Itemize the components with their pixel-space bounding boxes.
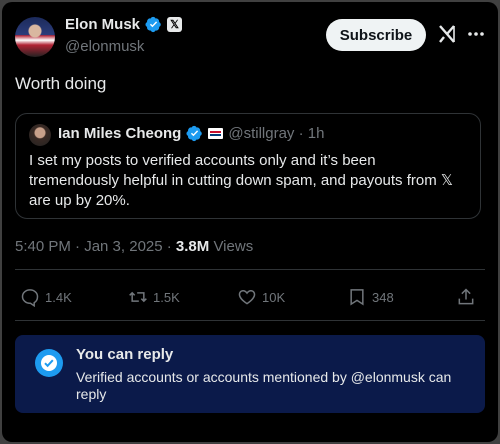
like-button[interactable]: 10K <box>237 287 285 307</box>
quoted-meta: @stillgray · 1h <box>228 125 325 142</box>
divider <box>15 320 485 321</box>
quoted-author-name[interactable]: Ian Miles Cheong <box>58 125 181 142</box>
reply-button[interactable]: 1.4K <box>20 287 72 307</box>
author-handle[interactable]: @elonmusk <box>65 38 144 55</box>
subscribe-button[interactable]: Subscribe <box>326 19 426 51</box>
quoted-tweet-header: Ian Miles Cheong @stillgray · 1h <box>58 125 324 142</box>
author-name[interactable]: Elon Musk <box>65 16 140 33</box>
tweet-timestamp[interactable]: 5:40 PM · Jan 3, 2025 · <box>15 238 176 255</box>
bookmark-count: 348 <box>372 289 394 305</box>
author-avatar[interactable] <box>15 17 55 57</box>
views-count: 3.8M <box>175 238 210 255</box>
affiliate-flag-icon <box>208 128 224 139</box>
more-icon[interactable] <box>466 24 486 44</box>
bookmark-button[interactable]: 348 <box>347 287 394 307</box>
reply-restriction-notice: You can reply Verified accounts or accou… <box>15 335 485 413</box>
repost-button[interactable]: 1.5K <box>128 287 180 307</box>
action-bar: 1.4K 1.5K 10K 348 <box>15 287 485 309</box>
quoted-author-avatar[interactable] <box>29 124 51 146</box>
reply-icon <box>21 289 39 307</box>
like-count: 10K <box>262 289 286 305</box>
verified-badge-icon <box>186 125 203 142</box>
tweet-card: Elon Musk 𝕏 @elonmusk Subscribe Worth do… <box>2 2 498 442</box>
heart-icon <box>238 289 256 305</box>
reply-restriction-description: Verified accounts or accounts mentioned … <box>76 369 452 402</box>
grok-icon[interactable] <box>437 23 457 45</box>
share-icon <box>458 288 474 305</box>
author-name-row: Elon Musk 𝕏 <box>65 16 183 33</box>
verified-check-icon <box>35 349 63 377</box>
repost-icon <box>129 291 147 303</box>
repost-count: 1.5K <box>153 289 180 305</box>
quoted-tweet[interactable]: Ian Miles Cheong @stillgray · 1h I set m… <box>15 113 481 219</box>
verified-badge-icon <box>145 16 162 33</box>
reply-restriction-title: You can reply <box>76 346 174 363</box>
views-label: Views <box>209 238 254 255</box>
tweet-meta: 5:40 PM · Jan 3, 2025 · 3.8M Views <box>15 238 253 255</box>
x-affiliate-icon: 𝕏 <box>167 17 183 32</box>
divider <box>15 269 485 270</box>
share-button[interactable] <box>456 287 476 307</box>
reply-count: 1.4K <box>45 289 72 305</box>
bookmark-icon <box>350 289 364 306</box>
quoted-tweet-text: I set my posts to verified accounts only… <box>29 152 453 209</box>
tweet-text: Worth doing <box>15 74 107 93</box>
